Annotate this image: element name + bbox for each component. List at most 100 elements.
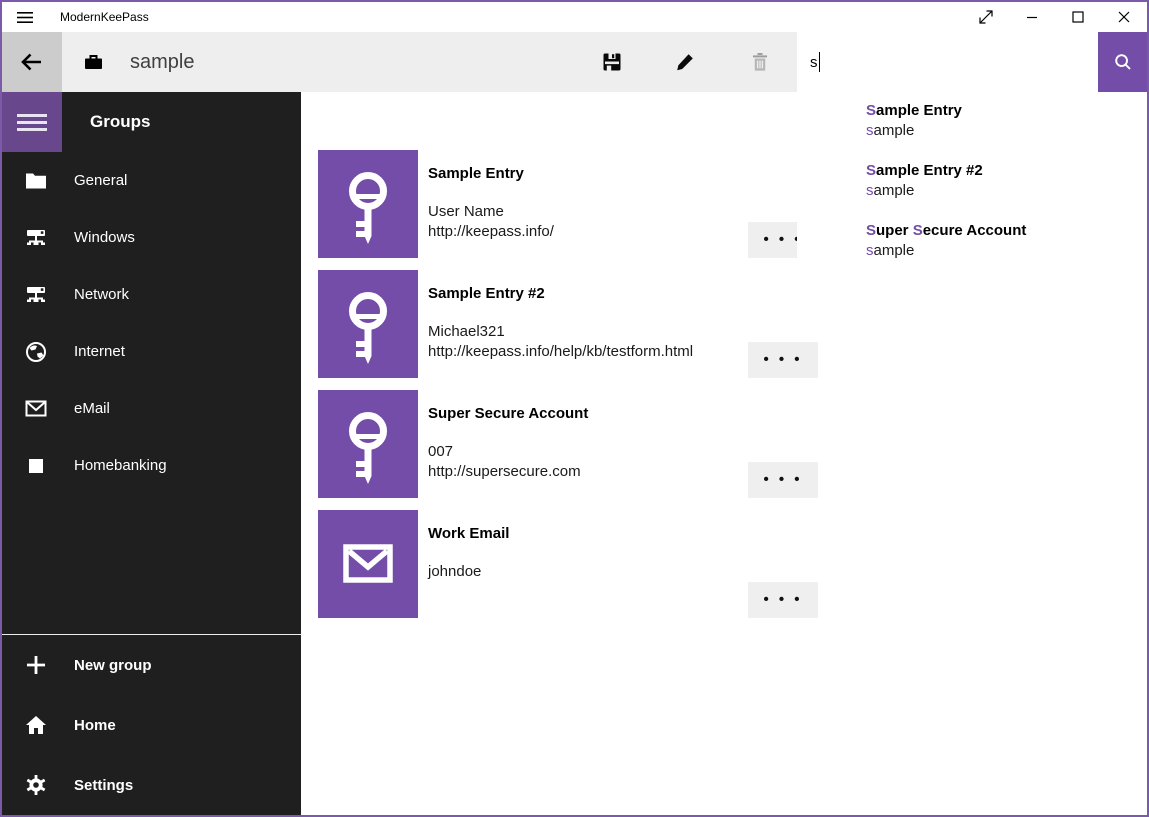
entry-title: Work Email (428, 525, 509, 542)
more-button[interactable]: • • • (748, 462, 818, 498)
sidebar-item-general[interactable]: General (2, 152, 301, 209)
sidebar-item-label: Home (74, 717, 116, 734)
entry-url: http://supersecure.com (428, 462, 588, 482)
groups-heading: Groups (90, 112, 150, 132)
fullscreen-icon (977, 8, 995, 26)
folder-icon (24, 169, 48, 193)
entry-details: johndoe (428, 562, 509, 582)
maximize-button[interactable] (1055, 2, 1101, 32)
delete-button[interactable] (736, 32, 784, 92)
edit-button[interactable] (661, 32, 709, 92)
search-icon (1113, 52, 1133, 72)
suggestion-group: sample (866, 182, 1147, 199)
search-suggestions: Sample Entry sample Sample Entry #2 samp… (797, 92, 1147, 307)
sidebar-item-label: New group (74, 657, 152, 674)
sidebar-item-homebanking[interactable]: Homebanking (2, 437, 301, 494)
suggestion-sample-entry[interactable]: Sample Entry sample (797, 92, 1147, 152)
searchbox: s (797, 32, 1147, 92)
more-button[interactable]: • • • (748, 582, 818, 618)
suggestion-group: sample (866, 122, 1147, 139)
pencil-icon (674, 51, 696, 73)
more-button[interactable]: • • • (748, 342, 818, 378)
sidebar-item-email[interactable]: eMail (2, 380, 301, 437)
entry-username: User Name (428, 202, 554, 222)
fullscreen-button[interactable] (963, 2, 1009, 32)
search-input-value: s (810, 54, 818, 71)
titlebar-menu-icon[interactable] (2, 2, 48, 32)
hamburger-icon (17, 11, 33, 24)
close-button[interactable] (1101, 2, 1147, 32)
titlebar: ModernKeePass (2, 2, 1147, 32)
sidebar: Groups General (2, 92, 301, 815)
database-title: sample (130, 32, 194, 92)
entry-info: Super Secure Account 007 http://supersec… (428, 390, 588, 510)
entry-details: User Name http://keepass.info/ (428, 202, 554, 242)
minimize-button[interactable] (1009, 2, 1055, 32)
sidebar-footer: New group Home (2, 634, 301, 815)
back-arrow-icon (17, 47, 47, 77)
suggestion-title: Super Secure Account (866, 222, 1147, 239)
search-input[interactable]: s (797, 32, 1098, 92)
entry-username: Michael321 (428, 322, 693, 342)
entry-tile (318, 270, 418, 378)
envelope-icon (318, 510, 418, 618)
suggestion-title: Sample Entry #2 (866, 162, 1147, 179)
entry-row-work-email[interactable]: Work Email johndoe • • • (318, 510, 1147, 630)
entry-url: http://keepass.info/ (428, 222, 554, 242)
suggestion-sample-entry-2[interactable]: Sample Entry #2 sample (797, 152, 1147, 212)
entry-info: Work Email johndoe (428, 510, 509, 630)
entry-url: http://keepass.info/help/kb/testform.htm… (428, 342, 693, 362)
window-controls (963, 2, 1147, 32)
sidebar-item-network[interactable]: Network (2, 266, 301, 323)
save-button[interactable] (588, 32, 636, 92)
database-icon (84, 54, 103, 70)
suggestion-title: Sample Entry (866, 102, 1147, 119)
entry-tile (318, 150, 418, 258)
square-icon (24, 454, 48, 478)
sidebar-item-label: Homebanking (74, 457, 167, 474)
app-window: ModernKeePass (0, 0, 1149, 817)
sidebar-header: Groups (2, 92, 301, 152)
entry-title: Sample Entry #2 (428, 285, 693, 302)
entry-username: 007 (428, 442, 588, 462)
sidebar-item-label: Windows (74, 229, 135, 246)
sidebar-item-new-group[interactable]: New group (2, 635, 301, 695)
entry-title: Sample Entry (428, 165, 554, 182)
entry-row-super-secure-account[interactable]: Super Secure Account 007 http://supersec… (318, 390, 1147, 510)
close-icon (1115, 8, 1133, 26)
key-icon (318, 270, 418, 378)
envelope-icon (24, 397, 48, 421)
key-icon (318, 390, 418, 498)
sidebar-item-windows[interactable]: Windows (2, 209, 301, 266)
plus-icon (24, 653, 48, 677)
suggestion-group: sample (866, 242, 1147, 259)
app-title: ModernKeePass (60, 10, 149, 24)
appbar: sample (2, 32, 1147, 92)
globe-icon (24, 340, 48, 364)
suggestion-super-secure-account[interactable]: Super Secure Account sample (797, 212, 1147, 272)
network-icon (24, 283, 48, 307)
sidebar-item-label: Settings (74, 777, 133, 794)
maximize-icon (1069, 8, 1087, 26)
gear-icon (24, 773, 48, 797)
minimize-icon (1023, 8, 1041, 26)
sidebar-item-label: Network (74, 286, 129, 303)
back-button[interactable] (2, 32, 62, 92)
sidebar-item-internet[interactable]: Internet (2, 323, 301, 380)
nav-toggle-button[interactable] (2, 92, 62, 152)
entry-info: Sample Entry User Name http://keepass.in… (428, 150, 554, 270)
entry-details: 007 http://supersecure.com (428, 442, 588, 482)
hamburger-icon (17, 110, 47, 135)
sidebar-item-home[interactable]: Home (2, 695, 301, 755)
sidebar-item-label: General (74, 172, 127, 189)
network-icon (24, 226, 48, 250)
entry-tile (318, 390, 418, 498)
entry-info: Sample Entry #2 Michael321 http://keepas… (428, 270, 693, 390)
entry-details: Michael321 http://keepass.info/help/kb/t… (428, 322, 693, 362)
text-caret (819, 52, 820, 72)
home-icon (24, 713, 48, 737)
search-button[interactable] (1098, 32, 1147, 92)
sidebar-item-settings[interactable]: Settings (2, 755, 301, 815)
entry-tile (318, 510, 418, 618)
trash-icon (749, 51, 771, 73)
